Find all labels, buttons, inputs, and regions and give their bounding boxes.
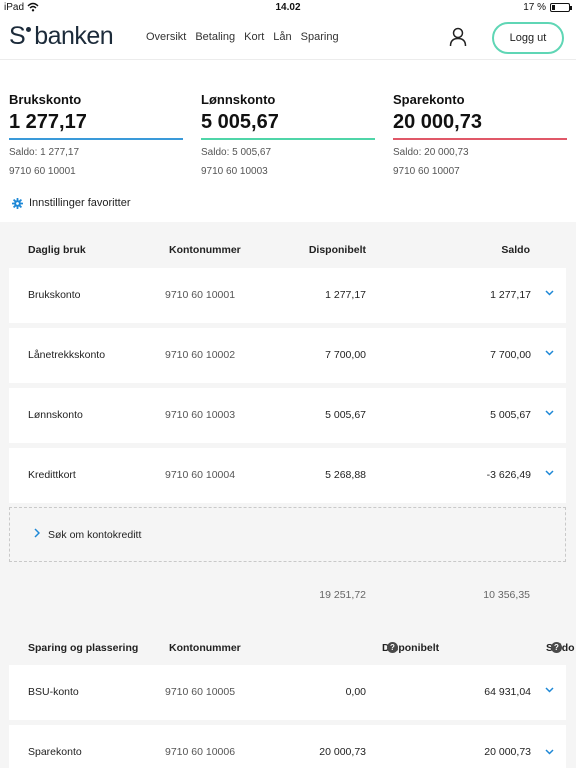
battery-percentage: 17 % [523,2,546,13]
help-icon[interactable]: ? [387,642,398,653]
account-number: 9710 60 10002 [165,349,236,361]
favorite-name: Sparekonto [393,92,465,107]
user-icon[interactable] [449,27,467,47]
account-number: 9710 60 10006 [165,746,236,758]
account-available: 7 700,00 [325,349,366,361]
nav-kort[interactable]: Kort [244,31,264,43]
favorite-saldo: Saldo: 20 000,73 [393,147,469,158]
daily-table-header: Daglig bruk Kontonummer Disponibelt Sald… [0,244,576,266]
col-account: Kontonummer [169,642,241,654]
bank-logo[interactable]: Sbanken [9,22,114,51]
favorite-amount: 1 277,17 [9,111,87,133]
account-name: Lånetrekkskonto [28,349,106,361]
col-savings-name: Sparing og plassering [28,642,139,654]
col-available: Disponibelt [308,244,366,256]
account-balance: 7 700,00 [490,349,531,361]
apply-credit-link[interactable]: Søk om kontokreditt [9,507,566,562]
chevron-down-icon[interactable] [545,410,554,416]
favorite-saldo: Saldo: 5 005,67 [201,147,272,158]
favorite-amount: 5 005,67 [201,111,279,133]
account-balance: 5 005,67 [490,409,531,421]
logout-button[interactable]: Logg ut [492,22,564,54]
favorite-account: 9710 60 10001 [9,166,76,177]
favorite-account: 9710 60 10007 [393,166,460,177]
account-available: 5 005,67 [325,409,366,421]
account-name: BSU-konto [28,686,79,698]
nav-oversikt[interactable]: Oversikt [146,31,186,43]
gear-icon [12,197,23,209]
account-name: Brukskonto [28,289,81,301]
nav-lan[interactable]: Lån [273,31,291,43]
account-available: 20 000,73 [319,746,366,758]
favorite-name: Lønnskonto [201,92,276,107]
favorite-saldo: Saldo: 1 277,17 [9,147,80,158]
chevron-down-icon[interactable] [545,290,554,296]
savings-table-header: Sparing og plassering Kontonummer Dispon… [0,642,576,664]
favorite-amount: 20 000,73 [393,111,482,133]
col-daily-name: Daglig bruk [28,244,86,256]
account-balance: 20 000,73 [484,746,531,758]
favorite-card-brukskonto[interactable]: Brukskonto 1 277,17 Saldo: 1 277,17 9710… [9,92,184,177]
account-balance: 1 277,17 [490,289,531,301]
favorite-name: Brukskonto [9,92,82,107]
account-number: 9710 60 10001 [165,289,236,301]
chevron-down-icon[interactable] [545,470,554,476]
apply-credit-label: Søk om kontokreditt [48,529,142,541]
account-row-lonnskonto[interactable]: Lønnskonto 9710 60 10003 5 005,67 5 005,… [9,388,566,443]
account-number: 9710 60 10004 [165,469,236,481]
favorite-color-bar [9,138,183,140]
settings-link-label: Innstillinger favoritter [29,197,131,209]
main-nav: Oversikt Betaling Kort Lån Sparing [146,31,339,43]
account-balance: 64 931,04 [484,686,531,698]
account-row-bsu[interactable]: BSU-konto 9710 60 10005 0,00 64 931,04 [9,665,566,720]
favorite-account: 9710 60 10003 [201,166,268,177]
account-row-kredittkort[interactable]: Kredittkort 9710 60 10004 5 268,88 -3 62… [9,448,566,503]
account-name: Lønnskonto [28,409,83,421]
help-icon[interactable]: ? [551,642,562,653]
account-name: Sparekonto [28,746,82,758]
favorite-settings-link[interactable]: Innstillinger favoritter [12,197,131,209]
account-row-sparekonto[interactable]: Sparekonto 9710 60 10006 20 000,73 20 00… [9,725,566,768]
account-row-brukskonto[interactable]: Brukskonto 9710 60 10001 1 277,17 1 277,… [9,268,566,323]
chevron-down-icon[interactable] [545,350,554,356]
total-balance: 10 356,35 [483,589,530,601]
clock: 14.02 [275,2,301,13]
account-row-lanetrekkskonto[interactable]: Lånetrekkskonto 9710 60 10002 7 700,00 7… [9,328,566,383]
top-header: Sbanken Oversikt Betaling Kort Lån Spari… [0,16,576,60]
nav-betaling[interactable]: Betaling [195,31,235,43]
account-number: 9710 60 10003 [165,409,236,421]
account-number: 9710 60 10005 [165,686,236,698]
nav-sparing[interactable]: Sparing [301,31,339,43]
account-name: Kredittkort [28,469,76,481]
favorite-color-bar [201,138,375,140]
status-bar: iPad 14.02 17 % [0,0,576,16]
favorite-color-bar [393,138,567,140]
col-balance: Saldo [501,244,530,256]
account-available: 1 277,17 [325,289,366,301]
account-available: 5 268,88 [325,469,366,481]
account-balance: -3 626,49 [486,469,531,481]
account-available: 0,00 [345,686,366,698]
total-available: 19 251,72 [319,589,366,601]
battery-icon [550,3,572,12]
favorite-card-lonnskonto[interactable]: Lønnskonto 5 005,67 Saldo: 5 005,67 9710… [201,92,376,177]
chevron-right-icon [34,528,40,538]
favorite-card-sparekonto[interactable]: Sparekonto 20 000,73 Saldo: 20 000,73 97… [393,92,568,177]
col-account: Kontonummer [169,244,241,256]
chevron-down-icon[interactable] [545,749,554,755]
chevron-down-icon[interactable] [545,687,554,693]
